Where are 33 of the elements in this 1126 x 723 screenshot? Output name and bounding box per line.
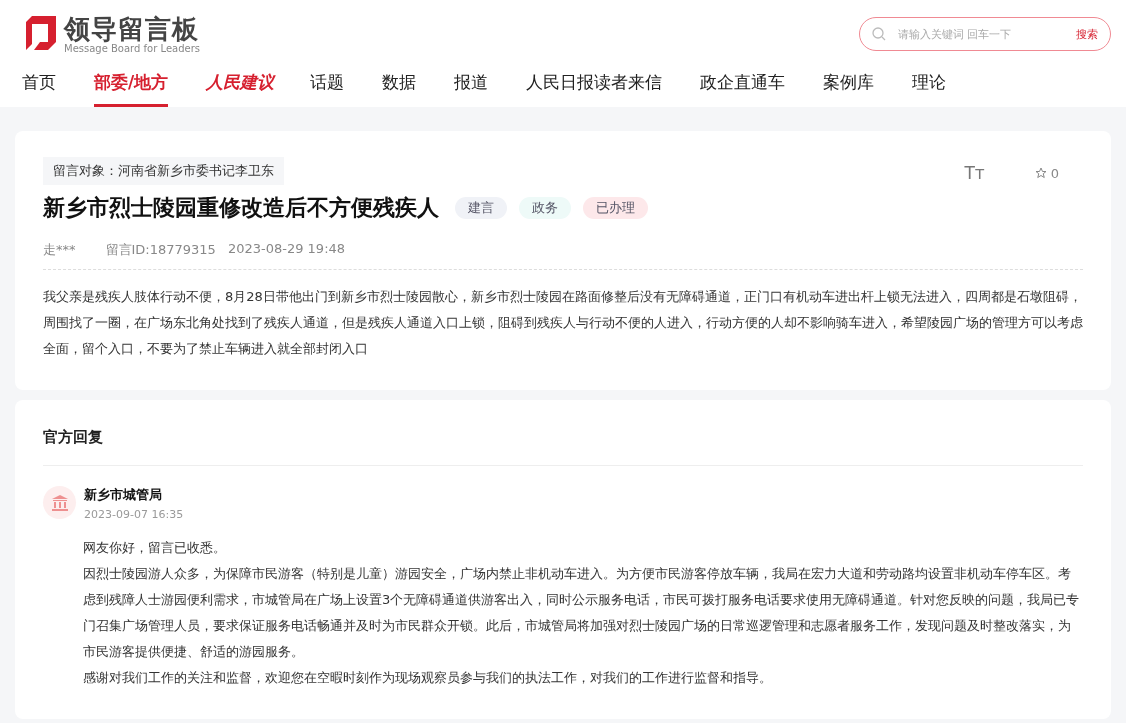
author-name: 走***: [43, 241, 76, 259]
reply-heading: 官方回复: [43, 426, 1083, 466]
nav-link[interactable]: 人民日报读者来信: [526, 58, 663, 107]
nav-link[interactable]: 政企直通车: [700, 58, 786, 107]
message-tag: 已办理: [583, 197, 648, 219]
favorite-button[interactable]: 0: [1034, 165, 1059, 181]
nav-link[interactable]: 报道: [454, 58, 489, 107]
nav-link[interactable]: 话题: [310, 58, 345, 107]
message-tag: 政务: [519, 197, 571, 219]
star-icon: [1034, 167, 1047, 179]
message-target: 留言对象：河南省新乡市委书记李卫东: [43, 157, 284, 185]
message-title: 新乡市烈士陵园重修改造后不方便残疾人: [43, 194, 439, 222]
message-id: 留言ID:18779315: [105, 241, 216, 259]
search-icon: [872, 27, 886, 41]
reply-paragraph: 因烈士陵园游人众多，为保障市民游客（特别是儿童）游园安全，广场内禁止非机动车进入。为方便市民游客停放车辆，我局在宏力大道和劳动路均设置非机动车停车区。考虑到残障人士游园便利需求，市城管局在广场上设置3个无障碍通道供游客出入，同时公示服务电话，市民可拨打服务电话要求使用无障碍通道。针对您反映的问题，我局已专门召集广场管理人员，要求保证服务电话畅通并及时为市民群众开锁。此后，市城管局将加强对烈士陵园广场的日常巡逻管理和志愿者服务工作，发现问题及时整改落实，为市民游客提供便捷、舒适的游园服务。: [83, 565, 1081, 661]
search-button[interactable]: 搜索: [1076, 26, 1098, 42]
nav-link[interactable]: 数据: [382, 58, 417, 107]
government-building-icon: [43, 486, 76, 519]
logo-subtitle: Message Board for Leaders: [64, 42, 200, 54]
message-tag: 建言: [455, 197, 507, 219]
nav-link[interactable]: 首页: [22, 58, 56, 107]
reply-date: 2023-09-07 16:35: [84, 508, 184, 521]
message-date: 2023-08-29 19:48: [227, 241, 346, 258]
reply-paragraph: 感谢对我们工作的关注和监督，欢迎您在空暇时刻作为现场观察员参与我们的执法工作，对我们的工作进行监督和指导。: [83, 669, 773, 687]
logo-title: 领导留言板: [64, 14, 200, 43]
reply-organization: 新乡市城管局: [84, 486, 163, 504]
message-body: 我父亲是残疾人肢体行动不便，8月28日带他出门到新乡市烈士陵园散心，新乡市烈士陵园在路面修整后没有无障碍通道，正门口有机动车进出杆上锁无法进入，四周都是石墩阻碍，周围找了一圈，在广场东北角处找到了残疾人通道，但是残疾人通道入口上锁，阻碍到残疾人与行动不便的人进入，行动方便的人却不影响骑车进入，希望陵园广场的管理方可以考虑全面，留个入口，不要为了禁止车辆进入就全部封闭入口: [43, 288, 1083, 358]
nav-link[interactable]: 部委/地方: [94, 58, 169, 107]
font-size-button[interactable]: Tт: [964, 163, 985, 183]
nav-link[interactable]: 案例库: [823, 58, 875, 107]
nav-link[interactable]: 理论: [912, 58, 947, 107]
reply-paragraph: 网友你好，留言已收悉。: [83, 539, 227, 557]
brand-nav-link[interactable]: 人民建议: [206, 58, 275, 107]
